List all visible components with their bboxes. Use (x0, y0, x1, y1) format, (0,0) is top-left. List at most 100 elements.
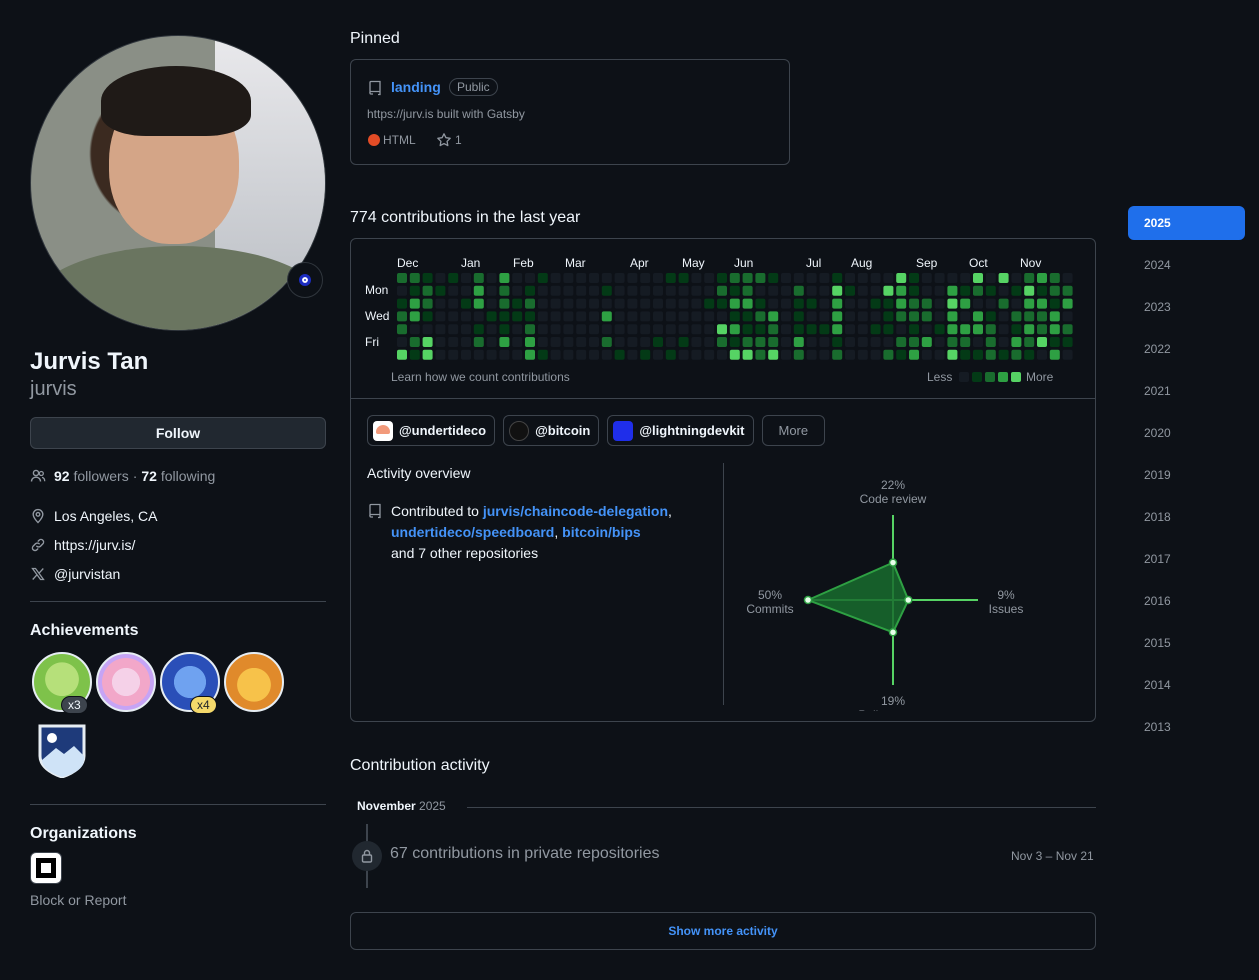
contribution-day-cell[interactable] (947, 285, 958, 296)
contribution-day-cell[interactable] (461, 285, 471, 296)
contribution-day-cell[interactable] (934, 337, 945, 347)
year-link-2015[interactable]: 2015 (1128, 626, 1245, 660)
contribution-day-cell[interactable] (870, 337, 881, 347)
contribution-day-cell[interactable] (499, 324, 510, 335)
contribution-day-cell[interactable] (409, 337, 420, 347)
contribution-day-cell[interactable] (985, 273, 996, 283)
contribution-day-cell[interactable] (397, 285, 407, 296)
contribution-day-cell[interactable] (921, 298, 932, 309)
contribution-day-cell[interactable] (473, 285, 484, 296)
contribution-day-cell[interactable] (653, 324, 663, 335)
org-filter-lightningdevkit[interactable]: @lightningdevkit (607, 415, 754, 446)
contribution-day-cell[interactable] (729, 285, 740, 296)
contribution-day-cell[interactable] (627, 298, 638, 309)
contribution-day-cell[interactable] (678, 324, 689, 335)
contribution-day-cell[interactable] (755, 285, 766, 296)
contribution-day-cell[interactable] (537, 349, 548, 360)
contribution-day-cell[interactable] (448, 285, 459, 296)
contribution-day-cell[interactable] (896, 337, 907, 347)
contribution-day-cell[interactable] (768, 273, 779, 283)
contribution-day-cell[interactable] (627, 324, 638, 335)
year-link-2016[interactable]: 2016 (1128, 584, 1245, 618)
contribution-day-cell[interactable] (627, 273, 638, 283)
contribution-day-cell[interactable] (742, 285, 753, 296)
contribution-day-cell[interactable] (563, 349, 574, 360)
contribution-day-cell[interactable] (563, 285, 574, 296)
contribution-day-cell[interactable] (857, 285, 868, 296)
year-link-2017[interactable]: 2017 (1128, 542, 1245, 576)
contribution-day-cell[interactable] (1062, 298, 1073, 309)
contribution-day-cell[interactable] (704, 311, 715, 322)
contribution-day-cell[interactable] (525, 349, 535, 360)
contribution-day-cell[interactable] (422, 298, 433, 309)
contribution-day-cell[interactable] (473, 349, 484, 360)
contribution-day-cell[interactable] (537, 285, 548, 296)
show-more-activity-button[interactable]: Show more activity (350, 912, 1096, 950)
contribution-day-cell[interactable] (665, 311, 676, 322)
contribution-day-cell[interactable] (909, 285, 919, 296)
contribution-day-cell[interactable] (499, 337, 510, 347)
contribution-day-cell[interactable] (870, 311, 881, 322)
contribution-day-cell[interactable] (960, 273, 971, 283)
contribution-day-cell[interactable] (973, 311, 983, 322)
contribution-day-cell[interactable] (499, 311, 510, 322)
contribution-day-cell[interactable] (448, 298, 459, 309)
contribution-day-cell[interactable] (768, 311, 779, 322)
contribution-day-cell[interactable] (589, 324, 599, 335)
contribution-day-cell[interactable] (909, 349, 919, 360)
contribution-day-cell[interactable] (832, 285, 843, 296)
contribution-day-cell[interactable] (883, 311, 894, 322)
contribution-day-cell[interactable] (704, 349, 715, 360)
repo-link[interactable]: bitcoin/bips (562, 524, 641, 540)
contribution-day-cell[interactable] (589, 311, 599, 322)
contribution-day-cell[interactable] (614, 324, 625, 335)
contribution-day-cell[interactable] (717, 349, 727, 360)
contribution-day-cell[interactable] (985, 349, 996, 360)
contribution-day-cell[interactable] (921, 349, 932, 360)
contribution-day-cell[interactable] (768, 349, 779, 360)
contribution-day-cell[interactable] (755, 311, 766, 322)
contribution-day-cell[interactable] (397, 311, 407, 322)
contribution-day-cell[interactable] (832, 311, 843, 322)
contribution-day-cell[interactable] (691, 285, 702, 296)
contribution-day-cell[interactable] (870, 285, 881, 296)
contribution-day-cell[interactable] (691, 324, 702, 335)
contribution-day-cell[interactable] (1062, 273, 1073, 283)
contribution-day-cell[interactable] (422, 337, 433, 347)
contribution-day-cell[interactable] (665, 324, 676, 335)
contribution-day-cell[interactable] (589, 298, 599, 309)
contribution-day-cell[interactable] (1024, 337, 1035, 347)
year-link-2013[interactable]: 2013 (1128, 710, 1245, 744)
contribution-day-cell[interactable] (1024, 298, 1035, 309)
pinned-repo-stars[interactable]: 1 (455, 133, 462, 147)
contribution-day-cell[interactable] (563, 324, 574, 335)
contribution-day-cell[interactable] (397, 337, 407, 347)
contribution-day-cell[interactable] (742, 298, 753, 309)
contribution-day-cell[interactable] (845, 273, 855, 283)
contribution-day-cell[interactable] (742, 349, 753, 360)
contribution-day-cell[interactable] (1049, 349, 1060, 360)
contribution-day-cell[interactable] (422, 285, 433, 296)
contribution-day-cell[interactable] (397, 349, 407, 360)
contribution-day-cell[interactable] (653, 311, 663, 322)
contribution-day-cell[interactable] (589, 337, 599, 347)
contribution-day-cell[interactable] (461, 298, 471, 309)
contribution-day-cell[interactable] (973, 285, 983, 296)
contribution-day-cell[interactable] (525, 337, 535, 347)
contribution-day-cell[interactable] (781, 273, 791, 283)
contribution-day-cell[interactable] (717, 324, 727, 335)
contribution-day-cell[interactable] (601, 324, 612, 335)
contribution-day-cell[interactable] (512, 311, 523, 322)
contribution-day-cell[interactable] (947, 324, 958, 335)
twitter-link[interactable]: @jurvistan (54, 566, 120, 582)
contribution-day-cell[interactable] (857, 311, 868, 322)
contribution-day-cell[interactable] (678, 337, 689, 347)
contribution-day-cell[interactable] (755, 324, 766, 335)
contribution-day-cell[interactable] (537, 273, 548, 283)
contribution-day-cell[interactable] (985, 285, 996, 296)
contribution-day-cell[interactable] (1049, 311, 1060, 322)
contribution-day-cell[interactable] (435, 273, 446, 283)
contribution-day-cell[interactable] (973, 337, 983, 347)
contribution-day-cell[interactable] (729, 311, 740, 322)
contribution-day-cell[interactable] (845, 324, 855, 335)
